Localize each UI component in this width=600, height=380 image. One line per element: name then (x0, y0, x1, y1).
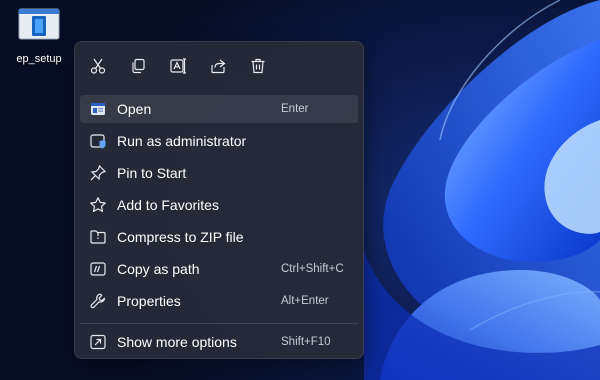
copy-icon (132, 58, 145, 74)
menu-item-label: Run as administrator (117, 133, 247, 149)
menu-item-run-as-administrator[interactable]: Run as administrator (80, 127, 358, 155)
copy-path-icon (89, 260, 107, 278)
menu-item-properties[interactable]: Properties Alt+Enter (80, 287, 358, 315)
context-menu-toolbar (75, 42, 363, 90)
menu-item-add-to-favorites[interactable]: Add to Favorites (80, 191, 358, 219)
menu-item-show-more-options[interactable]: Show more options Shift+F10 (80, 328, 358, 356)
rename-icon (170, 58, 186, 74)
menu-item-copy-as-path[interactable]: Copy as path Ctrl+Shift+C (80, 255, 358, 283)
menu-item-shortcut: Ctrl+Shift+C (281, 263, 344, 275)
share-icon (211, 59, 226, 74)
menu-item-pin-to-start[interactable]: Pin to Start (80, 159, 358, 187)
star-icon (89, 196, 107, 214)
menu-item-label: Add to Favorites (117, 197, 219, 213)
trash-icon (251, 58, 265, 74)
copy-button[interactable] (125, 53, 151, 79)
share-button[interactable] (205, 53, 231, 79)
context-menu: Open Enter Run as administrator Pin to S… (74, 41, 364, 359)
menu-item-label: Properties (117, 293, 181, 309)
scissors-icon (90, 58, 106, 74)
wrench-icon (89, 292, 107, 310)
installer-file-icon (18, 8, 60, 40)
menu-item-compress-to-zip[interactable]: Compress to ZIP file (80, 223, 358, 251)
menu-item-label: Compress to ZIP file (117, 229, 244, 245)
menu-item-shortcut: Shift+F10 (281, 336, 331, 348)
menu-item-shortcut: Enter (281, 103, 309, 115)
cut-button[interactable] (85, 53, 111, 79)
menu-divider (80, 323, 358, 324)
menu-item-label: Show more options (117, 334, 237, 350)
delete-button[interactable] (245, 53, 271, 79)
menu-item-label: Copy as path (117, 261, 200, 277)
admin-shield-icon (89, 132, 107, 150)
menu-item-shortcut: Alt+Enter (281, 295, 329, 307)
rename-button[interactable] (165, 53, 191, 79)
menu-item-open[interactable]: Open Enter (80, 95, 358, 123)
open-window-icon (89, 100, 107, 118)
zip-folder-icon (89, 228, 107, 246)
pin-icon (89, 164, 107, 182)
menu-item-label: Open (117, 101, 152, 117)
show-more-icon (89, 333, 107, 351)
menu-item-label: Pin to Start (117, 165, 187, 181)
desktop-icon-label: ep_setup (16, 53, 62, 65)
desktop-file-ep-setup[interactable]: ep_setup (10, 6, 68, 68)
